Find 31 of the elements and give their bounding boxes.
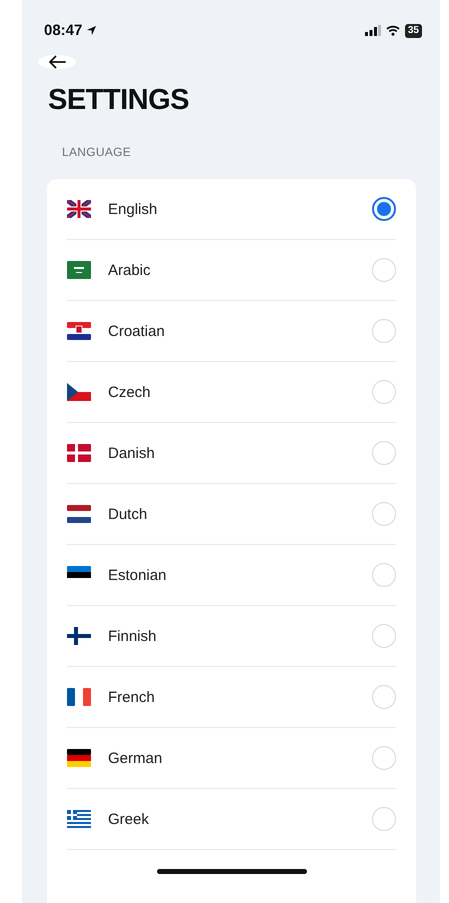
language-label: Arabic xyxy=(108,262,152,278)
language-label: Czech xyxy=(108,384,152,400)
language-label: Finnish xyxy=(108,628,158,644)
flag-icon xyxy=(67,322,91,340)
flag-icon xyxy=(67,505,91,523)
signal-icon xyxy=(364,25,381,36)
status-time: 08:47 xyxy=(44,22,82,39)
battery-level: 35 xyxy=(404,24,422,38)
wifi-icon xyxy=(386,25,400,36)
language-label: Greek xyxy=(108,810,150,828)
language-label: English xyxy=(108,200,158,218)
flag-icon xyxy=(67,810,91,828)
section-label: LANGUAGE xyxy=(62,145,132,159)
radio-button[interactable] xyxy=(372,197,396,221)
flag-icon xyxy=(67,627,91,645)
flag-icon xyxy=(67,688,91,706)
back-arrow-icon xyxy=(48,55,66,69)
language-label: German xyxy=(108,750,164,766)
back-button[interactable] xyxy=(38,55,76,69)
language-label: Estonian xyxy=(108,566,168,584)
flag-icon xyxy=(67,383,91,401)
flag-icon xyxy=(67,749,91,767)
page-title: SETTINGS xyxy=(48,83,190,117)
location-arrow-icon xyxy=(86,25,98,36)
language-label: Dutch xyxy=(108,506,148,522)
language-label: French xyxy=(108,688,156,706)
language-label: Danish xyxy=(108,444,156,462)
flag-icon xyxy=(67,261,91,279)
flag-icon xyxy=(67,200,91,218)
language-label: Croatian xyxy=(108,322,166,340)
flag-icon xyxy=(67,444,91,462)
